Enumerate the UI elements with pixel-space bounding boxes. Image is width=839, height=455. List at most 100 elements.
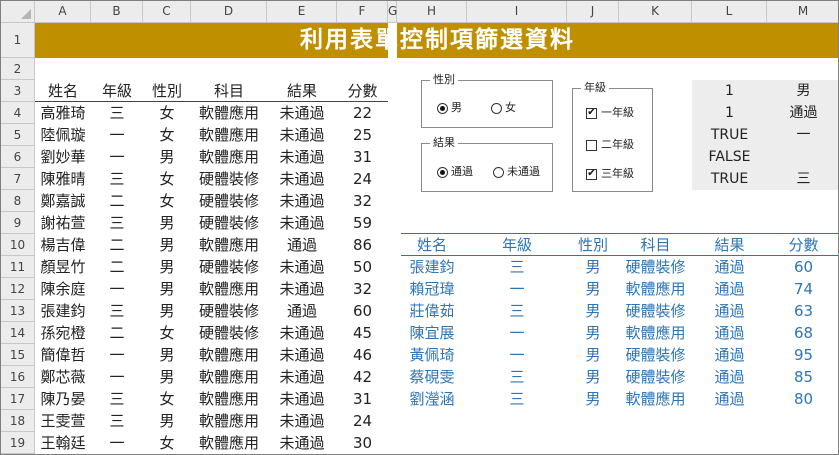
source-cell[interactable]: 通過 [267, 300, 337, 322]
result-option-pass[interactable]: 通過 [437, 164, 473, 180]
source-cell[interactable]: 女 [143, 168, 191, 190]
source-cell[interactable]: 顏昱竹 [35, 256, 91, 278]
row-header-18[interactable]: 18 [1, 410, 35, 432]
column-header-i[interactable]: I [467, 1, 567, 23]
source-cell[interactable]: 32 [337, 190, 388, 212]
source-cell[interactable]: 三 [91, 168, 143, 190]
row-header-14[interactable]: 14 [1, 322, 35, 344]
source-cell[interactable]: 46 [337, 344, 388, 366]
linked-cell-m[interactable]: 一 [767, 124, 838, 146]
source-cell[interactable]: 31 [337, 388, 388, 410]
source-cell[interactable]: 二 [91, 234, 143, 256]
filtered-cell[interactable]: 男 [567, 322, 619, 344]
filtered-cell[interactable]: 通過 [692, 300, 767, 322]
filtered-cell[interactable]: 一 [467, 278, 567, 300]
source-cell[interactable]: 男 [143, 300, 191, 322]
source-cell[interactable]: 男 [143, 344, 191, 366]
row-header-11[interactable]: 11 [1, 256, 35, 278]
filtered-cell[interactable]: 三 [467, 388, 567, 410]
source-cell[interactable]: 一 [91, 366, 143, 388]
source-cell[interactable]: 謝祐萱 [35, 212, 91, 234]
source-cell[interactable]: 女 [143, 322, 191, 344]
filtered-cell[interactable]: 男 [567, 300, 619, 322]
filtered-cell[interactable]: 男 [567, 344, 619, 366]
source-cell[interactable]: 男 [143, 234, 191, 256]
source-cell[interactable]: 31 [337, 146, 388, 168]
column-header-c[interactable]: C [143, 1, 191, 23]
source-cell[interactable]: 二 [91, 190, 143, 212]
source-cell[interactable]: 男 [143, 410, 191, 432]
source-cell[interactable]: 59 [337, 212, 388, 234]
source-cell[interactable]: 陳余庭 [35, 278, 91, 300]
row-header-12[interactable]: 12 [1, 278, 35, 300]
filtered-cell[interactable]: 60 [767, 256, 838, 278]
source-cell[interactable]: 男 [143, 366, 191, 388]
source-cell[interactable]: 25 [337, 124, 388, 146]
source-cell[interactable]: 42 [337, 366, 388, 388]
linked-cell-m[interactable]: 通過 [767, 102, 838, 124]
column-header-b[interactable]: B [91, 1, 143, 23]
filtered-cell[interactable]: 男 [567, 366, 619, 388]
source-cell[interactable]: 男 [143, 146, 191, 168]
source-cell[interactable]: 陳雅晴 [35, 168, 91, 190]
select-all-corner[interactable] [1, 1, 35, 23]
source-cell[interactable]: 劉妙華 [35, 146, 91, 168]
source-cell[interactable]: 硬體裝修 [191, 300, 267, 322]
source-cell[interactable]: 32 [337, 278, 388, 300]
linked-cell-l[interactable]: 1 [692, 102, 767, 124]
source-cell[interactable]: 張建鈞 [35, 300, 91, 322]
source-cell[interactable]: 硬體裝修 [191, 190, 267, 212]
filtered-cell[interactable]: 軟體應用 [619, 278, 692, 300]
filtered-cell[interactable]: 男 [567, 256, 619, 278]
filtered-cell[interactable]: 硬體裝修 [619, 256, 692, 278]
source-cell[interactable]: 通過 [267, 234, 337, 256]
filtered-cell[interactable]: 74 [767, 278, 838, 300]
source-cell[interactable]: 45 [337, 322, 388, 344]
source-cell[interactable]: 簡偉哲 [35, 344, 91, 366]
filtered-cell[interactable]: 一 [467, 322, 567, 344]
filtered-cell[interactable]: 通過 [692, 256, 767, 278]
result-option-fail[interactable]: 未通過 [493, 164, 540, 180]
source-cell[interactable]: 未通過 [267, 278, 337, 300]
source-cell[interactable]: 硬體裝修 [191, 256, 267, 278]
filtered-cell[interactable]: 三 [467, 300, 567, 322]
filtered-cell[interactable]: 張建鈞 [397, 256, 467, 278]
linked-cell-m[interactable]: 三 [767, 168, 838, 190]
column-header-m[interactable]: M [767, 1, 838, 23]
source-cell[interactable]: 孫宛橙 [35, 322, 91, 344]
filtered-cell[interactable]: 一 [467, 344, 567, 366]
gender-option-female[interactable]: 女 [491, 100, 516, 116]
source-cell[interactable]: 未通過 [267, 168, 337, 190]
source-cell[interactable]: 二 [91, 322, 143, 344]
source-cell[interactable]: 軟體應用 [191, 410, 267, 432]
source-cell[interactable]: 軟體應用 [191, 102, 267, 124]
source-cell[interactable]: 男 [143, 278, 191, 300]
source-cell[interactable]: 硬體裝修 [191, 168, 267, 190]
linked-cell-l[interactable]: TRUE [692, 168, 767, 190]
column-header-j[interactable]: J [567, 1, 619, 23]
column-header-a[interactable]: A [35, 1, 91, 23]
source-cell[interactable]: 軟體應用 [191, 432, 267, 454]
source-cell[interactable]: 一 [91, 278, 143, 300]
source-cell[interactable]: 86 [337, 234, 388, 256]
source-cell[interactable]: 未通過 [267, 212, 337, 234]
filtered-cell[interactable]: 硬體裝修 [619, 344, 692, 366]
row-header-17[interactable]: 17 [1, 388, 35, 410]
row-header-6[interactable]: 6 [1, 146, 35, 168]
column-header-k[interactable]: K [619, 1, 692, 23]
filtered-cell[interactable]: 陳宜展 [397, 322, 467, 344]
source-cell[interactable]: 王翰廷 [35, 432, 91, 454]
source-cell[interactable]: 鄭芯薇 [35, 366, 91, 388]
source-cell[interactable]: 陳乃晏 [35, 388, 91, 410]
filtered-cell[interactable]: 通過 [692, 322, 767, 344]
source-cell[interactable]: 高雅琦 [35, 102, 91, 124]
filtered-cell[interactable]: 80 [767, 388, 838, 410]
filtered-cell[interactable]: 三 [467, 366, 567, 388]
filtered-cell[interactable]: 劉瀅涵 [397, 388, 467, 410]
source-cell[interactable]: 三 [91, 102, 143, 124]
row-header-3[interactable]: 3 [1, 80, 35, 102]
source-cell[interactable]: 60 [337, 300, 388, 322]
source-cell[interactable]: 女 [143, 388, 191, 410]
grade-option-3[interactable]: ✔ 三年級 [586, 166, 634, 182]
source-cell[interactable]: 未通過 [267, 366, 337, 388]
